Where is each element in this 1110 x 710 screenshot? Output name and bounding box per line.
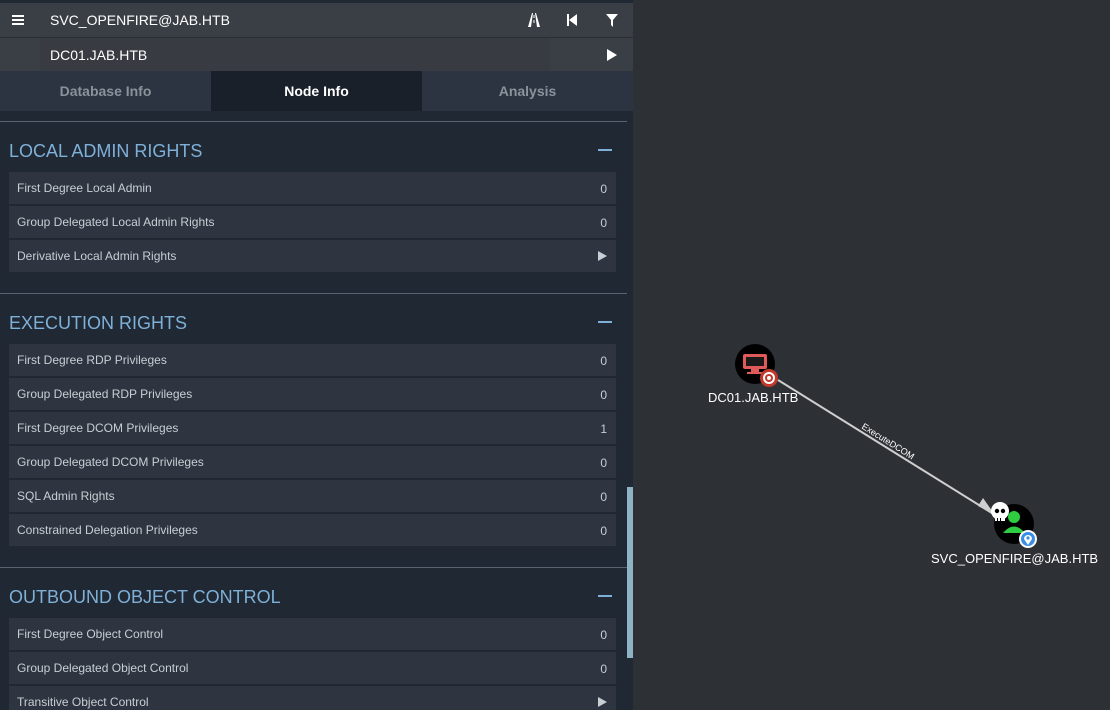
filter-icon (606, 13, 618, 27)
menu-button[interactable] (0, 3, 36, 37)
dc01-node[interactable] (735, 344, 778, 387)
collapse-icon[interactable] (598, 595, 612, 597)
node-info-content: LOCAL ADMIN RIGHTS First Degree Local Ad… (0, 111, 627, 710)
source-search-input[interactable]: SVC_OPENFIRE@JAB.HTB (40, 3, 550, 37)
row-label: First Degree RDP Privileges (17, 353, 167, 367)
section-execution-header[interactable]: EXECUTION RIGHTS (9, 308, 616, 338)
row-label: Group Delegated Object Control (17, 661, 189, 675)
graph-svg: ExecuteDCOM (735, 344, 1037, 548)
graph-canvas[interactable]: ExecuteDCOM DC01.JAB.HTB SVC_OPENFIRE@JA… (633, 0, 1110, 710)
divider (0, 293, 627, 294)
row-value: 0 (600, 387, 607, 402)
row-label: Derivative Local Admin Rights (17, 249, 177, 263)
row-value: 1 (600, 421, 607, 436)
location-pin-icon (1019, 530, 1037, 548)
road-icon (528, 13, 540, 27)
section-outbound-header[interactable]: OUTBOUND OBJECT CONTROL (9, 582, 616, 612)
table-row[interactable]: First Degree DCOM Privileges 1 (9, 412, 616, 445)
section-title: EXECUTION RIGHTS (9, 312, 188, 333)
row-label: Transitive Object Control (17, 695, 149, 709)
collapse-icon[interactable] (598, 149, 612, 151)
scrollbar[interactable] (627, 487, 633, 658)
row-label: First Degree Object Control (17, 627, 164, 641)
edge-label: ExecuteDCOM (860, 421, 916, 461)
table-row[interactable]: Constrained Delegation Privileges 0 (9, 514, 616, 547)
play-button[interactable] (597, 38, 627, 71)
collapse-icon[interactable] (598, 321, 612, 323)
row-label: First Degree DCOM Privileges (17, 421, 179, 435)
user-icon (1008, 511, 1020, 523)
table-row[interactable]: First Degree Object Control 0 (9, 618, 616, 651)
left-panel: SVC_OPENFIRE@JAB.HTB DC01.JAB.HTB Databa… (0, 0, 633, 710)
row-value: 0 (600, 215, 607, 230)
play-icon (598, 251, 607, 261)
table-row[interactable]: Group Delegated Local Admin Rights 0 (9, 206, 616, 239)
row-value: 0 (600, 627, 607, 642)
play-icon (607, 48, 617, 61)
filter-button[interactable] (597, 3, 627, 37)
graph-edge[interactable] (777, 379, 996, 516)
table-row[interactable]: First Degree RDP Privileges 0 (9, 344, 616, 377)
pathfinding-button[interactable] (519, 3, 549, 37)
tab-bar: Database Info Node Info Analysis (0, 71, 633, 111)
table-row[interactable]: Group Delegated RDP Privileges 0 (9, 378, 616, 411)
back-button[interactable] (557, 3, 587, 37)
dc01-label: DC01.JAB.HTB (708, 390, 799, 405)
tab-node-info[interactable]: Node Info (211, 71, 422, 111)
target-search-row: DC01.JAB.HTB (0, 38, 633, 72)
row-label: Group Delegated Local Admin Rights (17, 215, 215, 229)
row-value: 0 (600, 489, 607, 504)
row-label: Constrained Delegation Privileges (17, 523, 198, 537)
svc-openfire-node[interactable] (991, 502, 1037, 548)
row-label: Group Delegated RDP Privileges (17, 387, 193, 401)
table-row[interactable]: Group Delegated Object Control 0 (9, 652, 616, 685)
divider (0, 567, 627, 568)
step-back-icon (567, 14, 577, 26)
section-title: OUTBOUND OBJECT CONTROL (9, 586, 281, 607)
section-title: LOCAL ADMIN RIGHTS (9, 140, 203, 161)
table-row[interactable]: SQL Admin Rights 0 (9, 480, 616, 513)
row-value: 0 (600, 455, 607, 470)
table-row[interactable]: Transitive Object Control (9, 686, 616, 710)
row-label: First Degree Local Admin (17, 181, 152, 195)
row-value: 0 (600, 353, 607, 368)
row-value: 0 (600, 523, 607, 538)
table-row[interactable]: First Degree Local Admin 0 (9, 172, 616, 205)
hamburger-icon (12, 15, 24, 25)
target-search-input[interactable]: DC01.JAB.HTB (40, 38, 550, 71)
source-search-row: SVC_OPENFIRE@JAB.HTB (0, 3, 633, 38)
svc-openfire-label: SVC_OPENFIRE@JAB.HTB (931, 551, 1099, 566)
table-row[interactable]: Derivative Local Admin Rights (9, 240, 616, 273)
play-icon (598, 697, 607, 707)
section-local-admin-header[interactable]: LOCAL ADMIN RIGHTS (9, 136, 616, 166)
row-value: 0 (600, 181, 607, 196)
row-label: SQL Admin Rights (17, 489, 115, 503)
table-row[interactable]: Group Delegated DCOM Privileges 0 (9, 446, 616, 479)
row-value: 0 (600, 661, 607, 676)
tab-analysis[interactable]: Analysis (422, 71, 633, 111)
tab-database-info[interactable]: Database Info (0, 71, 211, 111)
divider (0, 121, 627, 122)
row-label: Group Delegated DCOM Privileges (17, 455, 204, 469)
